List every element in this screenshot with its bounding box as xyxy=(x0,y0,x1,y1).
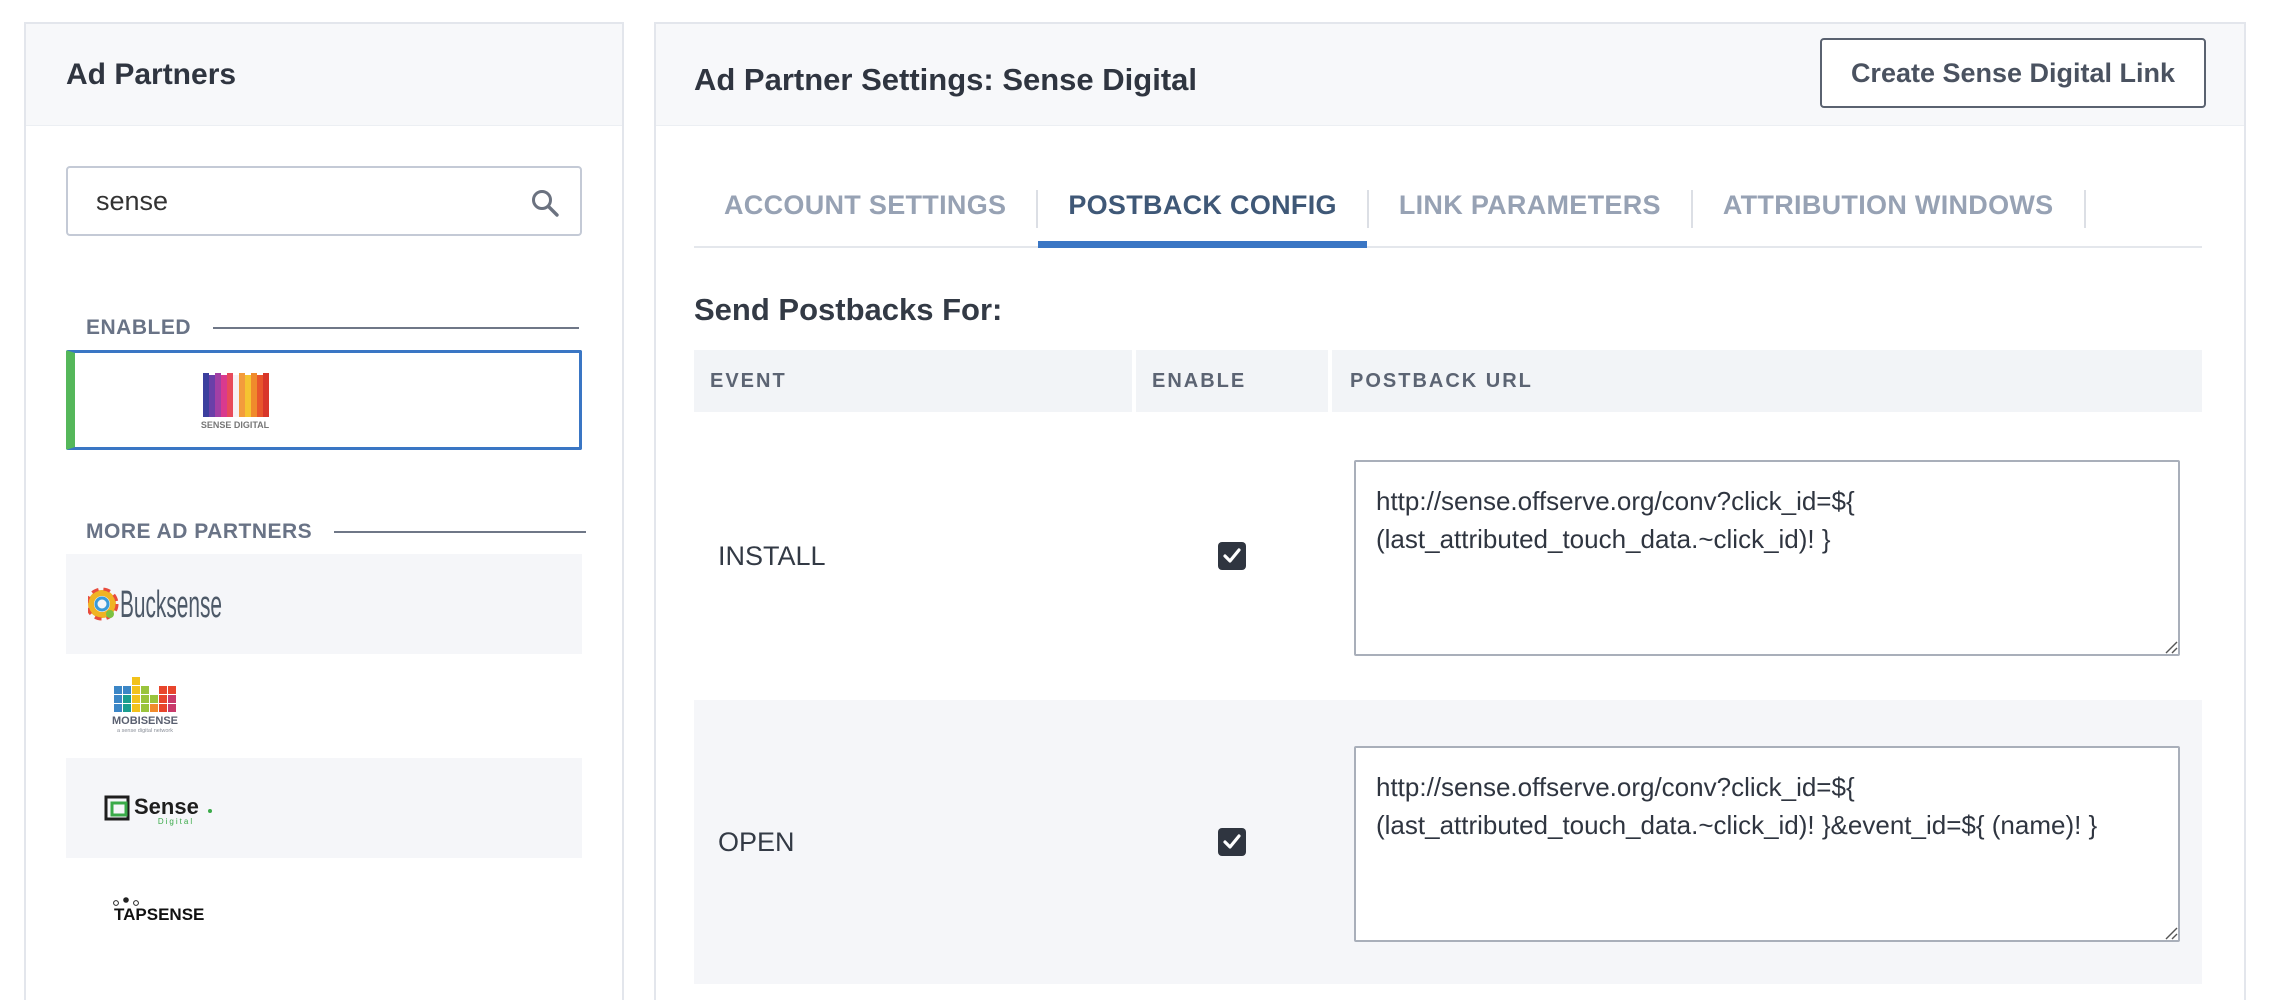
partner-item-bucksense[interactable]: Bucksense xyxy=(66,554,582,654)
section-title: Send Postbacks For: xyxy=(694,292,1003,327)
event-name: OPEN xyxy=(718,826,795,857)
resize-grip-icon[interactable] xyxy=(2162,924,2178,940)
partner-settings-panel: Ad Partner Settings: Sense Digital Creat… xyxy=(654,22,2246,1000)
create-link-button[interactable]: Create Sense Digital Link xyxy=(1820,38,2206,108)
sense-logo-subtext: Digital xyxy=(158,817,194,826)
enable-checkbox[interactable] xyxy=(1218,828,1246,856)
sense-logo-text: Sense xyxy=(134,794,199,819)
more-partners-divider xyxy=(334,531,587,533)
table-row: INSTALL http://sense.offserve.org/conv?c… xyxy=(694,414,2202,698)
column-header-postback-url: POSTBACK URL xyxy=(1332,350,2202,412)
enabled-divider xyxy=(213,327,580,329)
sense-digital-alt-logo: Sense Digital xyxy=(104,758,220,858)
partner-search-input[interactable] xyxy=(96,185,516,217)
partner-item-mobisense[interactable]: MOBISENSE a sense digital network xyxy=(66,656,582,756)
checkmark-icon xyxy=(1223,548,1241,563)
enabled-section-label: ENABLED xyxy=(86,316,580,340)
bucksense-logo: Bucksense xyxy=(88,554,228,654)
ad-partners-title: Ad Partners xyxy=(66,57,237,91)
mobisense-logo-subtext: a sense digital network xyxy=(117,728,173,734)
column-header-enable: ENABLE xyxy=(1136,350,1328,412)
tapsense-logo-text: TAPSENSE xyxy=(114,905,204,924)
more-partners-section-label: MORE AD PARTNERS xyxy=(86,520,587,544)
mobisense-logo: MOBISENSE a sense digital network xyxy=(110,656,196,756)
table-row: OPEN http://sense.offserve.org/conv?clic… xyxy=(694,700,2202,984)
bucksense-logo-text: Bucksense xyxy=(120,584,222,626)
postback-url-input[interactable]: http://sense.offserve.org/conv?click_id=… xyxy=(1354,460,2180,656)
partner-search-box[interactable] xyxy=(66,166,582,236)
ad-partners-header: Ad Partners xyxy=(26,24,622,126)
partner-settings-header: Ad Partner Settings: Sense Digital Creat… xyxy=(656,24,2244,126)
sense-digital-logo: SENSE DIGITAL xyxy=(199,353,289,447)
tab-account-settings[interactable]: ACCOUNT SETTINGS xyxy=(694,154,1036,246)
enable-checkbox[interactable] xyxy=(1218,542,1246,570)
tab-link-parameters[interactable]: LINK PARAMETERS xyxy=(1369,154,1691,246)
tapsense-logo: TAPSENSE xyxy=(112,860,212,960)
sense-digital-logo-text: SENSE DIGITAL xyxy=(201,420,270,430)
checkmark-icon xyxy=(1223,834,1241,849)
enabled-partner-sense-digital[interactable]: SENSE DIGITAL xyxy=(66,350,582,450)
enabled-label-text: ENABLED xyxy=(86,316,192,339)
postback-table-header: EVENT ENABLE POSTBACK URL xyxy=(694,350,2202,412)
partner-item-tapsense[interactable]: TAPSENSE xyxy=(66,860,582,960)
event-name: INSTALL xyxy=(718,540,826,571)
settings-tabs: ACCOUNT SETTINGS POSTBACK CONFIG LINK PA… xyxy=(694,154,2202,248)
search-icon[interactable] xyxy=(530,188,560,218)
mobisense-logo-text: MOBISENSE xyxy=(112,715,178,727)
partner-item-sense-digital[interactable]: Sense Digital xyxy=(66,758,582,858)
ad-partners-panel: Ad Partners ENABLED xyxy=(24,22,624,1000)
tab-postback-config[interactable]: POSTBACK CONFIG xyxy=(1038,154,1367,248)
page-title: Ad Partner Settings: Sense Digital xyxy=(694,62,1197,97)
column-header-event: EVENT xyxy=(694,350,1132,412)
tab-attribution-windows[interactable]: ATTRIBUTION WINDOWS xyxy=(1693,154,2084,246)
tab-divider xyxy=(2083,190,2086,228)
postback-url-input[interactable]: http://sense.offserve.org/conv?click_id=… xyxy=(1354,746,2180,942)
resize-grip-icon[interactable] xyxy=(2162,638,2178,654)
more-partners-label-text: MORE AD PARTNERS xyxy=(86,520,313,543)
